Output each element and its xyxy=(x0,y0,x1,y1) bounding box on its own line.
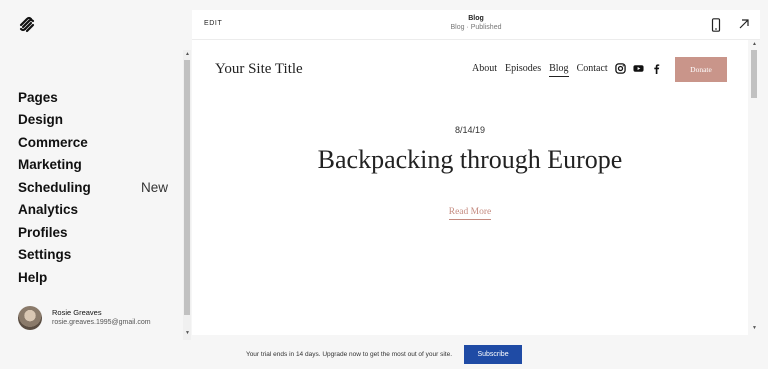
sidebar: Pages Design Commerce Marketing Scheduli… xyxy=(0,0,184,340)
sidebar-nav: Pages Design Commerce Marketing Scheduli… xyxy=(18,86,168,289)
nav-link-episodes[interactable]: Episodes xyxy=(505,63,541,77)
site-preview-frame: EDIT Blog Blog · Published Your Site Tit… xyxy=(192,10,760,335)
trial-banner: Your trial ends in 14 days. Upgrade now … xyxy=(0,342,768,366)
sidebar-item-label: Scheduling xyxy=(18,179,91,195)
sidebar-item-label: Design xyxy=(18,112,64,128)
sidebar-item-scheduling[interactable]: Scheduling New xyxy=(18,176,168,199)
preview-toolbar: EDIT Blog Blog · Published xyxy=(192,10,760,40)
sidebar-item-commerce[interactable]: Commerce xyxy=(18,131,168,154)
sidebar-item-pages[interactable]: Pages xyxy=(18,86,168,109)
sidebar-item-label: Commerce xyxy=(18,134,88,150)
sidebar-item-label: Marketing xyxy=(18,157,82,173)
sidebar-item-profiles[interactable]: Profiles xyxy=(18,221,168,244)
sidebar-item-settings[interactable]: Settings xyxy=(18,244,168,267)
sidebar-item-analytics[interactable]: Analytics xyxy=(18,199,168,222)
scrollbar-thumb[interactable] xyxy=(184,60,190,315)
preview-scrollbar[interactable]: ▲ ▼ xyxy=(748,40,760,335)
user-profile[interactable]: Rosie Greaves rosie.greaves.1995@gmail.c… xyxy=(18,306,151,330)
sidebar-item-help[interactable]: Help xyxy=(18,266,168,289)
nav-link-contact[interactable]: Contact xyxy=(577,63,608,77)
youtube-icon[interactable] xyxy=(633,63,644,74)
user-email: rosie.greaves.1995@gmail.com xyxy=(52,319,151,326)
read-more-container: Read More xyxy=(192,201,748,220)
scroll-up-icon[interactable]: ▲ xyxy=(752,42,757,47)
subscribe-button[interactable]: Subscribe xyxy=(464,344,523,364)
scroll-down-icon[interactable]: ▼ xyxy=(185,331,190,336)
sidebar-item-marketing[interactable]: Marketing xyxy=(18,154,168,177)
site-title[interactable]: Your Site Title xyxy=(215,61,303,78)
avatar xyxy=(18,306,42,330)
mobile-phone-icon[interactable] xyxy=(710,18,722,32)
nav-link-about[interactable]: About xyxy=(472,63,497,77)
sidebar-scrollbar[interactable]: ▲ ▼ xyxy=(183,50,191,340)
website-preview: Your Site Title About Episodes Blog Cont… xyxy=(192,41,748,335)
new-badge: New xyxy=(140,179,168,195)
site-nav: About Episodes Blog Contact xyxy=(472,63,608,77)
sidebar-item-label: Analytics xyxy=(18,202,79,218)
page-status: Blog · Published xyxy=(450,24,502,31)
sidebar-item-label: Pages xyxy=(18,89,58,105)
scrollbar-thumb[interactable] xyxy=(751,50,757,98)
sidebar-item-label: Profiles xyxy=(18,224,68,240)
social-links xyxy=(615,63,662,74)
sidebar-item-label: Help xyxy=(18,269,48,285)
read-more-link[interactable]: Read More xyxy=(448,207,492,220)
facebook-icon[interactable] xyxy=(651,63,662,74)
trial-message: Your trial ends in 14 days. Upgrade now … xyxy=(245,350,453,358)
scroll-down-icon[interactable]: ▼ xyxy=(752,326,757,331)
user-name: Rosie Greaves xyxy=(52,308,102,317)
squarespace-logo-icon[interactable] xyxy=(18,16,36,34)
post-date: 8/14/19 xyxy=(454,125,486,135)
sidebar-item-label: Settings xyxy=(18,247,72,263)
page-title: Blog xyxy=(468,15,484,22)
expand-arrow-icon[interactable] xyxy=(738,18,750,30)
post-title[interactable]: Backpacking through Europe xyxy=(192,145,748,175)
instagram-icon[interactable] xyxy=(615,63,626,74)
sidebar-item-design[interactable]: Design xyxy=(18,109,168,132)
nav-link-blog[interactable]: Blog xyxy=(549,63,569,77)
scroll-up-icon[interactable]: ▲ xyxy=(185,52,190,57)
donate-button[interactable]: Donate xyxy=(675,57,727,82)
